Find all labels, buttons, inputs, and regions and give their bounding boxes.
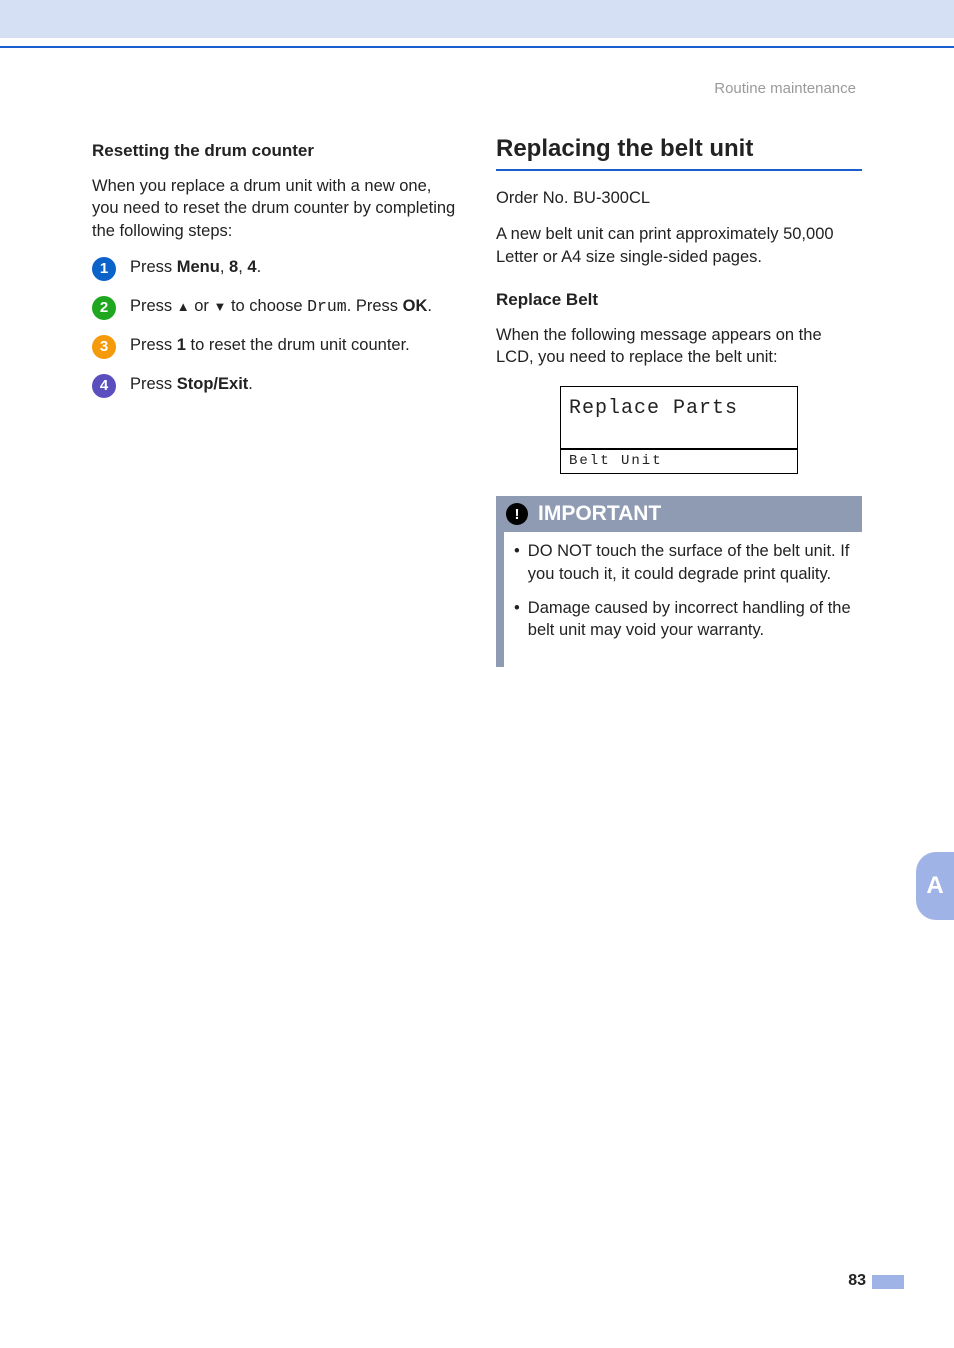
step-3-text: Press 1 to reset the drum unit counter. xyxy=(130,334,410,356)
stop-exit-key: Stop/Exit xyxy=(177,375,249,393)
lcd-line-2: Belt Unit xyxy=(561,450,797,473)
belt-desc: A new belt unit can print approximately … xyxy=(496,223,862,268)
text: . xyxy=(248,375,253,393)
key-1: 1 xyxy=(177,336,186,354)
replace-belt-title: Replace Belt xyxy=(496,290,862,310)
step-3: 3 Press 1 to reset the drum unit counter… xyxy=(92,334,458,359)
text: DO NOT touch the surface of the belt uni… xyxy=(528,540,852,585)
text: to choose xyxy=(226,297,307,315)
important-callout: ! IMPORTANT DO NOT touch the surface of … xyxy=(496,496,862,667)
important-title: IMPORTANT xyxy=(538,502,661,526)
step-4-text: Press Stop/Exit. xyxy=(130,373,253,395)
step-bullet-3: 3 xyxy=(92,335,116,359)
lcd-option-drum: Drum xyxy=(307,297,347,316)
section-tab: A xyxy=(916,852,954,920)
lcd-display: Replace Parts Belt Unit xyxy=(496,386,862,474)
right-h2-rule xyxy=(496,169,862,171)
left-title: Resetting the drum counter xyxy=(92,141,458,161)
replace-belt-desc: When the following message appears on th… xyxy=(496,324,862,369)
page-top-band xyxy=(0,0,954,38)
text: , xyxy=(238,258,247,276)
page-number: 83 xyxy=(848,1272,866,1290)
lcd-frame: Replace Parts Belt Unit xyxy=(560,386,798,474)
step-bullet-2: 2 xyxy=(92,296,116,320)
up-arrow-icon: ▲ xyxy=(177,299,190,314)
text: Press xyxy=(130,336,177,354)
step-4: 4 Press Stop/Exit. xyxy=(92,373,458,398)
page-columns: Resetting the drum counter When you repl… xyxy=(92,135,862,667)
text: . xyxy=(427,297,432,315)
left-column: Resetting the drum counter When you repl… xyxy=(92,135,458,667)
text: . Press xyxy=(347,297,403,315)
text: to reset the drum unit counter. xyxy=(186,336,410,354)
text: or xyxy=(190,297,214,315)
right-h2: Replacing the belt unit xyxy=(496,135,862,163)
right-column: Replacing the belt unit Order No. BU-300… xyxy=(496,135,862,667)
step-bullet-4: 4 xyxy=(92,374,116,398)
text: Damage caused by incorrect handling of t… xyxy=(528,597,852,642)
important-item: Damage caused by incorrect handling of t… xyxy=(514,597,852,642)
step-2: 2 Press ▲ or ▼ to choose Drum. Press OK. xyxy=(92,295,458,320)
order-no: Order No. BU-300CL xyxy=(496,187,862,209)
down-arrow-icon: ▼ xyxy=(213,299,226,314)
menu-key: Menu xyxy=(177,258,220,276)
text: Press xyxy=(130,297,177,315)
important-list: DO NOT touch the surface of the belt uni… xyxy=(504,532,862,641)
step-2-text: Press ▲ or ▼ to choose Drum. Press OK. xyxy=(130,295,432,318)
exclamation-icon: ! xyxy=(506,503,528,525)
key-8: 8 xyxy=(229,258,238,276)
important-item: DO NOT touch the surface of the belt uni… xyxy=(514,540,852,585)
page-number-accent xyxy=(872,1275,904,1289)
step-1-text: Press Menu, 8, 4. xyxy=(130,256,261,278)
page-top-rule xyxy=(0,46,954,48)
ok-key: OK xyxy=(403,297,428,315)
important-header: ! IMPORTANT xyxy=(496,496,862,532)
step-1: 1 Press Menu, 8, 4. xyxy=(92,256,458,281)
step-list: 1 Press Menu, 8, 4. 2 Press ▲ or ▼ to ch… xyxy=(92,256,458,398)
lcd-line-1: Replace Parts xyxy=(561,387,797,450)
text: Press xyxy=(130,375,177,393)
left-intro: When you replace a drum unit with a new … xyxy=(92,175,458,242)
key-4: 4 xyxy=(247,258,256,276)
running-header: Routine maintenance xyxy=(714,80,856,97)
text: . xyxy=(257,258,262,276)
step-bullet-1: 1 xyxy=(92,257,116,281)
text: Press xyxy=(130,258,177,276)
text: , xyxy=(220,258,229,276)
